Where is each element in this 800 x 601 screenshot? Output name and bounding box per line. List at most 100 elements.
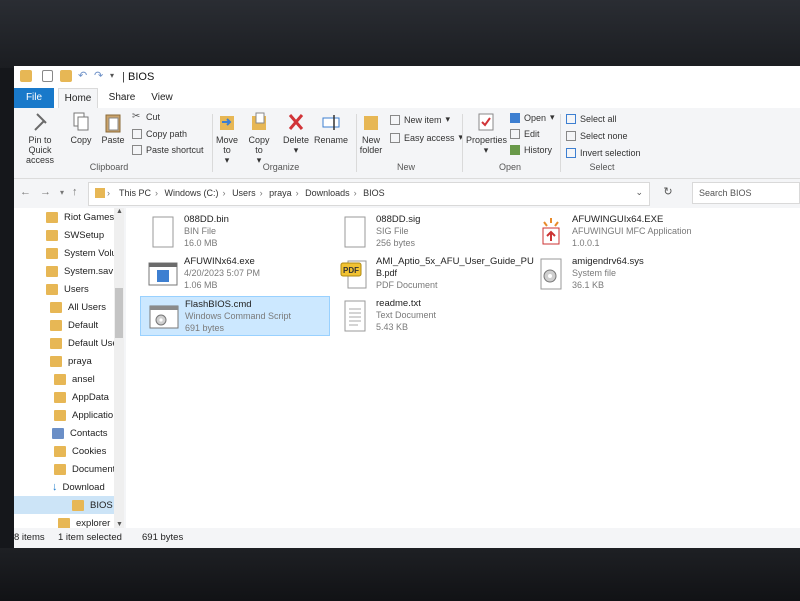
up-arrow-icon[interactable]: ↑ bbox=[72, 186, 78, 198]
recent-locations-chevron-icon[interactable]: ▾ bbox=[60, 188, 64, 197]
file-item-selected[interactable]: FlashBIOS.cmd Windows Command Script 691… bbox=[140, 296, 330, 336]
nav-item-documents[interactable]: Document bbox=[54, 460, 115, 478]
folder-icon bbox=[95, 188, 105, 198]
folder-icon bbox=[54, 445, 66, 457]
file-item[interactable]: AFUWINGUIx64.EXE AFUWINGUI MFC Applicati… bbox=[528, 212, 718, 252]
history-button[interactable]: History bbox=[510, 145, 552, 155]
folder-icon bbox=[46, 247, 58, 259]
file-item[interactable]: AFUWINx64.exe 4/20/2023 5:07 PM 1.06 MB bbox=[140, 254, 330, 294]
nav-item-default[interactable]: Default bbox=[50, 316, 98, 334]
paste-shortcut-button[interactable]: Paste shortcut bbox=[132, 145, 204, 155]
scroll-down-chevron-icon[interactable]: ▼ bbox=[116, 521, 123, 528]
nav-item-default-user[interactable]: Default User bbox=[50, 334, 121, 352]
monitor-bezel-bottom bbox=[0, 548, 800, 601]
easy-access-button[interactable]: Easy access ▾ bbox=[390, 132, 463, 143]
nav-item-bios[interactable]: BIOS bbox=[14, 496, 114, 514]
copy-to-button[interactable]: Copy to ▾ bbox=[246, 112, 272, 165]
nav-item-label: AppData bbox=[72, 391, 109, 403]
properties-quick-icon[interactable] bbox=[42, 70, 53, 82]
folder-icon bbox=[54, 463, 66, 475]
nav-item-contacts[interactable]: Contacts bbox=[52, 424, 108, 442]
nav-item-swsetup[interactable]: SWSetup bbox=[46, 226, 104, 244]
nav-item-label: SWSetup bbox=[64, 229, 105, 241]
search-input[interactable]: Search BIOS bbox=[692, 182, 800, 204]
select-none-icon bbox=[566, 131, 576, 141]
file-type: Text Document bbox=[376, 310, 437, 320]
contacts-icon bbox=[52, 427, 64, 439]
status-item-count: 8 items bbox=[14, 532, 45, 543]
pin-quick-access-button[interactable]: Pin to Quick access bbox=[16, 112, 64, 165]
file-item[interactable]: 088DD.sig SIG File 256 bytes bbox=[332, 212, 522, 252]
nav-item-cookies[interactable]: Cookies bbox=[54, 442, 106, 460]
copy-path-button[interactable]: Copy path bbox=[132, 129, 187, 139]
new-folder-button[interactable]: New folder bbox=[358, 112, 384, 155]
undo-icon[interactable]: ↶ bbox=[78, 70, 90, 82]
open-button[interactable]: Open ▾ bbox=[510, 112, 555, 123]
copy-path-label: Copy path bbox=[146, 129, 188, 139]
nav-item-users[interactable]: Users bbox=[46, 280, 89, 298]
scrollbar-thumb[interactable] bbox=[115, 288, 123, 338]
file-name: 088DD.bin bbox=[184, 214, 229, 225]
folder-icon bbox=[54, 391, 66, 403]
breadcrumb-users[interactable]: Users bbox=[232, 188, 256, 198]
paste-label: Paste bbox=[101, 135, 125, 145]
edit-button[interactable]: Edit bbox=[510, 129, 540, 139]
forward-arrow-icon[interactable]: → bbox=[40, 186, 51, 198]
customize-toolbar-icon[interactable]: ▾ bbox=[110, 70, 122, 82]
file-item[interactable]: PDF AMI_Aptio_5x_AFU_User_Guide_PU B.pdf… bbox=[332, 254, 534, 294]
copy-button[interactable]: Copy bbox=[66, 112, 96, 145]
file-version: 1.0.0.1 bbox=[572, 238, 600, 248]
new-item-chevron-icon: ▾ bbox=[445, 114, 451, 124]
nav-item-praya[interactable]: praya bbox=[50, 352, 92, 370]
file-type: BIN File bbox=[184, 226, 217, 236]
nav-item-system-volume[interactable]: System Volun bbox=[46, 244, 122, 262]
paste-button[interactable]: Paste bbox=[98, 112, 128, 145]
redo-icon[interactable]: ↷ bbox=[94, 70, 106, 82]
select-none-button[interactable]: Select none bbox=[566, 131, 628, 141]
nav-item-riot-games[interactable]: Riot Games bbox=[46, 208, 114, 226]
file-item[interactable]: 088DD.bin BIN File 16.0 MB bbox=[140, 212, 330, 252]
breadcrumb-drive[interactable]: Windows (C:) bbox=[165, 188, 219, 198]
invert-selection-label: Invert selection bbox=[580, 148, 641, 158]
breadcrumb-praya[interactable]: praya bbox=[269, 188, 292, 198]
nav-item-application[interactable]: Applicatio bbox=[54, 406, 113, 424]
nav-item-ansel[interactable]: ansel bbox=[54, 370, 95, 388]
breadcrumb-downloads[interactable]: Downloads bbox=[305, 188, 350, 198]
breadcrumb-bios[interactable]: BIOS bbox=[363, 188, 385, 198]
move-to-icon bbox=[218, 112, 236, 132]
folder-icon bbox=[46, 265, 58, 277]
refresh-icon[interactable]: ↻ bbox=[658, 185, 678, 205]
cut-button[interactable]: ✂ Cut bbox=[132, 112, 160, 123]
file-item[interactable]: readme.txt Text Document 5.43 KB bbox=[332, 296, 522, 336]
nav-item-system-sav[interactable]: System.sav bbox=[46, 262, 113, 280]
nav-item-label: Download bbox=[62, 481, 105, 493]
nav-item-all-users[interactable]: All Users bbox=[50, 298, 106, 316]
invert-selection-button[interactable]: Invert selection bbox=[566, 148, 641, 158]
move-to-button[interactable]: Move to ▾ bbox=[214, 112, 240, 165]
file-name: 088DD.sig bbox=[376, 214, 421, 225]
new-folder-quick-icon[interactable] bbox=[60, 70, 72, 82]
tab-share[interactable]: Share bbox=[104, 88, 140, 108]
rename-button[interactable]: Rename bbox=[314, 112, 348, 145]
nav-pane-scrollbar[interactable]: ▲ ▼ bbox=[114, 208, 124, 528]
address-bar[interactable]: › This PC › Windows (C:) › Users › praya › D… bbox=[88, 182, 650, 206]
new-group-label: New bbox=[396, 162, 415, 172]
nav-item-downloads[interactable]: ↓ Download bbox=[52, 478, 105, 496]
nav-item-appdata[interactable]: AppData bbox=[54, 388, 109, 406]
breadcrumb: This PC › Windows (C:) › Users › praya › Dow… bbox=[119, 188, 389, 198]
address-dropdown-chevron-icon[interactable]: ⌄ bbox=[635, 187, 643, 198]
back-arrow-icon[interactable]: ← bbox=[20, 186, 31, 198]
file-name: amigendrv64.sys bbox=[572, 256, 644, 267]
nav-item-explorer[interactable]: explorer bbox=[58, 514, 110, 528]
breadcrumb-this-pc[interactable]: This PC bbox=[119, 188, 151, 198]
file-size: 16.0 MB bbox=[184, 238, 218, 248]
tab-view[interactable]: View bbox=[146, 88, 178, 108]
scroll-up-chevron-icon[interactable]: ▲ bbox=[116, 208, 123, 215]
new-item-button[interactable]: New item ▾ bbox=[390, 114, 450, 125]
tab-home[interactable]: Home bbox=[58, 88, 98, 108]
delete-button[interactable]: Delete ▾ bbox=[282, 112, 310, 155]
select-all-button[interactable]: Select all bbox=[566, 114, 617, 124]
properties-button[interactable]: Properties ▾ bbox=[466, 112, 507, 155]
file-item[interactable]: amigendrv64.sys System file 36.1 KB bbox=[528, 254, 718, 294]
file-type: Windows Command Script bbox=[185, 311, 292, 321]
